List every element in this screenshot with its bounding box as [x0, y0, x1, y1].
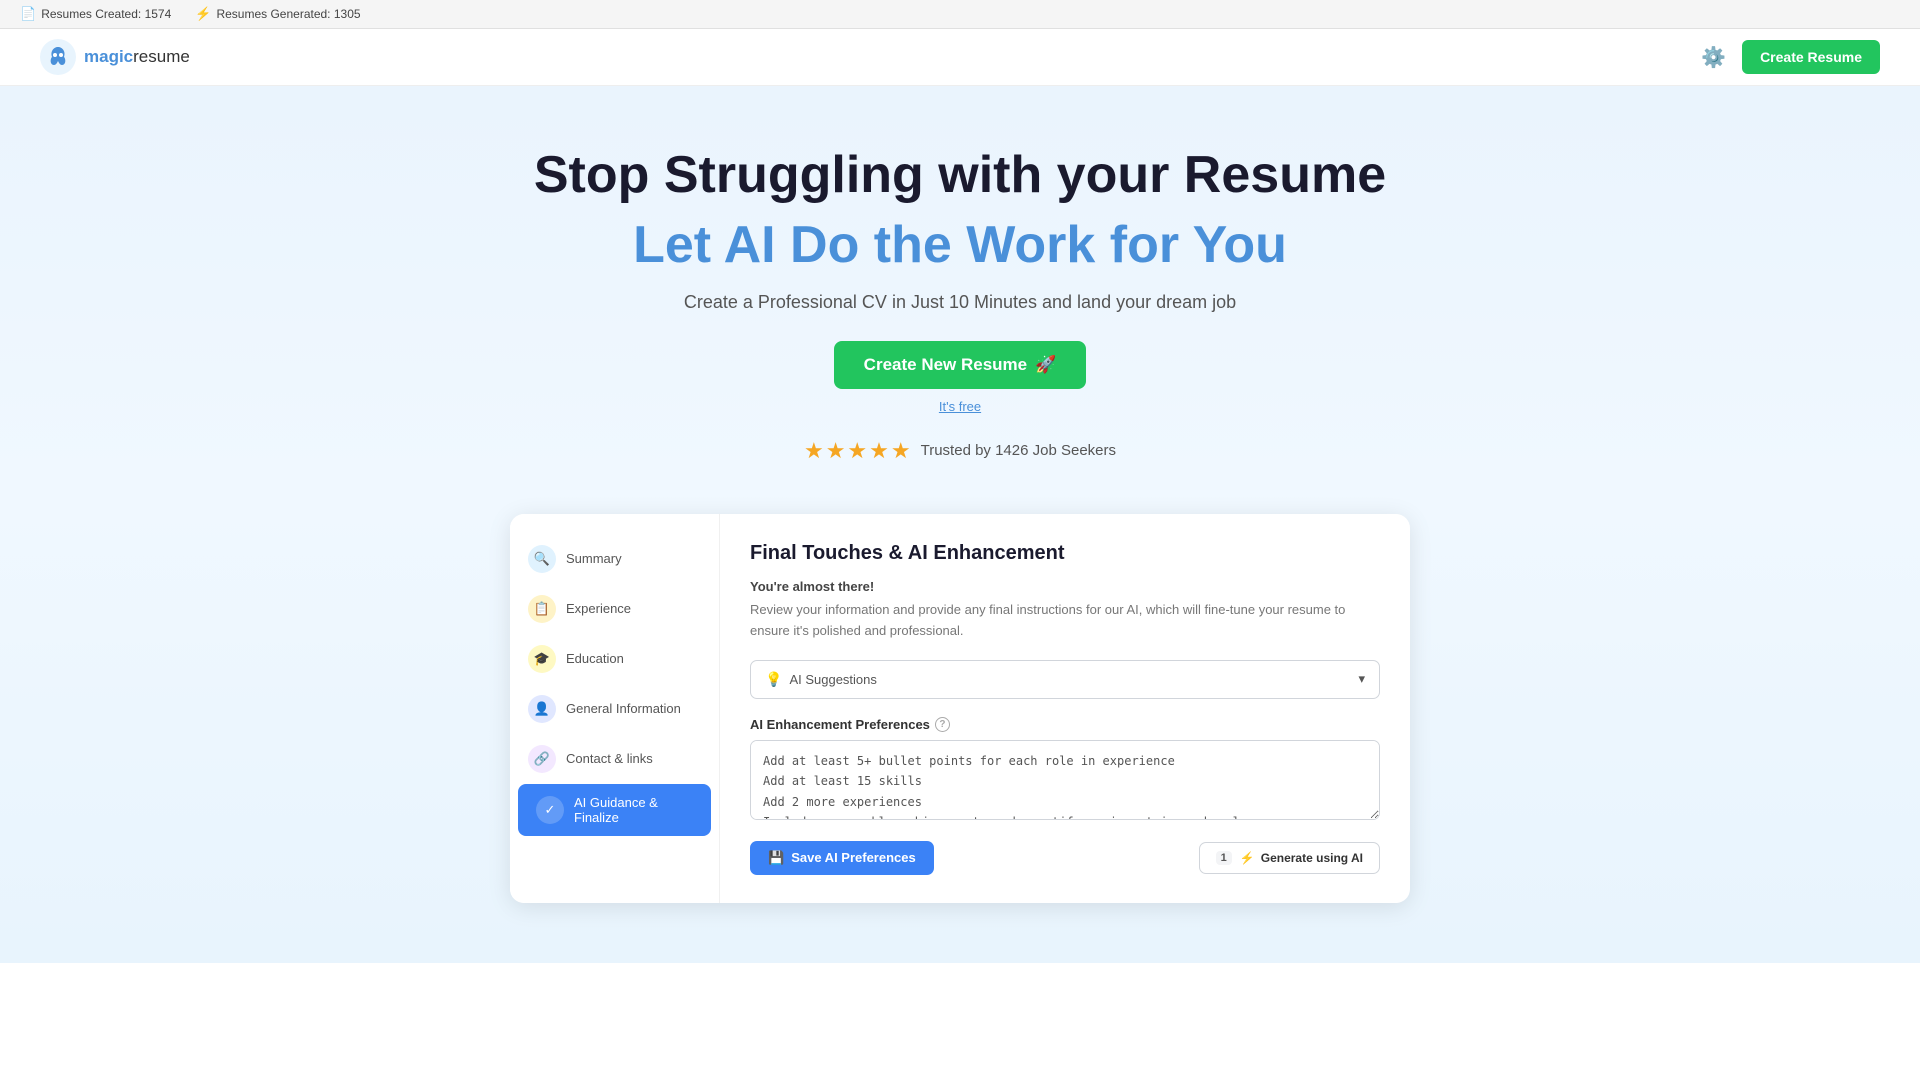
ai-suggestions-dropdown[interactable]: 💡 AI Suggestions ▾ [750, 660, 1380, 699]
save-prefs-label: Save AI Preferences [791, 850, 916, 865]
star-icons: ★★★★★ [804, 438, 913, 464]
widget-main: Final Touches & AI Enhancement You're al… [720, 514, 1410, 903]
navbar: magicresume ⚙️ Create Resume [0, 29, 1920, 86]
widget-bottom: 💾 Save AI Preferences 1 ⚡ Generate using… [750, 841, 1380, 875]
create-new-resume-label: Create New Resume [864, 355, 1027, 375]
ai-icon: ✓ [536, 796, 564, 824]
save-icon: 💾 [768, 850, 784, 866]
sidebar-item-general[interactable]: 👤 General Information [510, 684, 719, 734]
bolt-icon: ⚡ [195, 6, 211, 22]
sidebar-item-summary[interactable]: 🔍 Summary [510, 534, 719, 584]
prefs-textarea[interactable] [750, 740, 1380, 820]
sidebar-education-label: Education [566, 651, 624, 666]
widget-desc: You're almost there! Review your informa… [750, 577, 1380, 642]
generate-count: 1 [1216, 851, 1232, 865]
sidebar-item-experience[interactable]: 📋 Experience [510, 584, 719, 634]
sidebar-general-label: General Information [566, 701, 681, 716]
trusted-label: Trusted by 1426 Job Seekers [921, 442, 1116, 459]
lightning-icon: ⚡ [1240, 851, 1255, 865]
help-icon[interactable]: ? [935, 717, 950, 732]
generate-label: Generate using AI [1261, 851, 1363, 865]
general-icon: 👤 [528, 695, 556, 723]
ai-suggestions-icon: 💡 [765, 671, 782, 688]
prefs-label: AI Enhancement Preferences ? [750, 717, 1380, 732]
nav-right: ⚙️ Create Resume [1701, 40, 1880, 74]
chevron-down-icon: ▾ [1358, 671, 1365, 687]
widget-title: Final Touches & AI Enhancement [750, 542, 1380, 565]
create-resume-nav-button[interactable]: Create Resume [1742, 40, 1880, 74]
resumes-generated: ⚡ Resumes Generated: 1305 [195, 6, 360, 22]
stars-row: ★★★★★ Trusted by 1426 Job Seekers [20, 438, 1900, 464]
sidebar-ai-label: AI Guidance & Finalize [574, 795, 693, 825]
resumes-created: 📄 Resumes Created: 1574 [20, 6, 171, 22]
widget-desc-body: Review your information and provide any … [750, 602, 1345, 638]
logo-resume: resume [133, 47, 190, 66]
logo-text: magicresume [84, 47, 190, 67]
sidebar-item-education[interactable]: 🎓 Education [510, 634, 719, 684]
ai-suggestions-left: 💡 AI Suggestions [765, 671, 877, 688]
widget-sidebar: 🔍 Summary 📋 Experience 🎓 Education 👤 Gen… [510, 514, 720, 903]
ai-suggestions-label: AI Suggestions [789, 672, 876, 687]
sidebar-item-ai[interactable]: ✓ AI Guidance & Finalize [518, 784, 711, 836]
education-icon: 🎓 [528, 645, 556, 673]
its-free-link[interactable]: It's free [20, 399, 1900, 414]
logo-icon [40, 39, 76, 75]
user-icon[interactable]: ⚙️ [1701, 45, 1726, 70]
widget-section: 🔍 Summary 📋 Experience 🎓 Education 👤 Gen… [0, 494, 1920, 963]
sidebar-summary-label: Summary [566, 551, 622, 566]
widget-card: 🔍 Summary 📋 Experience 🎓 Education 👤 Gen… [510, 514, 1410, 903]
top-bar: 📄 Resumes Created: 1574 ⚡ Resumes Genera… [0, 0, 1920, 29]
create-new-resume-button[interactable]: Create New Resume 🚀 [834, 341, 1087, 389]
experience-icon: 📋 [528, 595, 556, 623]
sidebar-item-contact[interactable]: 🔗 Contact & links [510, 734, 719, 784]
summary-icon: 🔍 [528, 545, 556, 573]
hero-subtext: Create a Professional CV in Just 10 Minu… [20, 292, 1900, 313]
contact-icon: 🔗 [528, 745, 556, 773]
save-prefs-button[interactable]: 💾 Save AI Preferences [750, 841, 934, 875]
widget-desc-title: You're almost there! [750, 577, 1380, 598]
hero-line2: Let AI Do the Work for You [20, 216, 1900, 276]
logo[interactable]: magicresume [40, 39, 190, 75]
resumes-generated-label: Resumes Generated: 1305 [216, 7, 360, 21]
sidebar-experience-label: Experience [566, 601, 631, 616]
sidebar-contact-label: Contact & links [566, 751, 653, 766]
doc-icon: 📄 [20, 6, 36, 22]
generate-button[interactable]: 1 ⚡ Generate using AI [1199, 842, 1380, 874]
resumes-created-label: Resumes Created: 1574 [41, 7, 171, 21]
hero-section: Stop Struggling with your Resume Let AI … [0, 86, 1920, 494]
rocket-icon: 🚀 [1035, 355, 1056, 375]
hero-line1: Stop Struggling with your Resume [20, 146, 1900, 206]
prefs-label-text: AI Enhancement Preferences [750, 717, 930, 732]
logo-magic: magic [84, 47, 133, 66]
